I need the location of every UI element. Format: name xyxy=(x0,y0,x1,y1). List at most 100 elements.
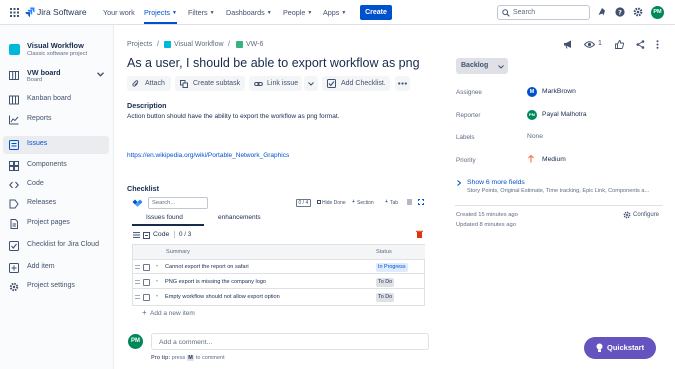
item-summary[interactable]: PNG export is missing the company logo xyxy=(165,279,266,285)
table-row[interactable]: • Empty workflow should not allow export… xyxy=(132,290,424,304)
menu-icon[interactable] xyxy=(133,232,140,238)
megaphone-icon[interactable] xyxy=(563,40,573,49)
sidebar-item-code[interactable]: Code xyxy=(0,176,110,194)
item-checkbox[interactable] xyxy=(143,263,150,271)
checklist-search-input[interactable]: Search... xyxy=(148,197,208,209)
add-tab-icon[interactable]: + xyxy=(385,199,388,205)
reporter-value[interactable]: Payal Malhotra xyxy=(542,111,587,118)
description-link[interactable]: https://en.wikipedia.org/wiki/Portable_N… xyxy=(127,152,289,159)
collapse-section-icon[interactable] xyxy=(143,231,150,239)
section-button[interactable]: Section xyxy=(357,200,374,206)
tab-issues-found[interactable]: Issues found xyxy=(146,214,183,221)
quickstart-button[interactable]: Quickstart xyxy=(584,337,656,359)
comment-input[interactable]: Add a comment... xyxy=(151,333,429,350)
add-checklist-button[interactable]: Add Checklist. xyxy=(322,76,390,91)
help-icon[interactable]: ? xyxy=(615,7,625,17)
create-button[interactable]: Create xyxy=(360,5,392,20)
board-name[interactable]: VW board xyxy=(27,68,61,77)
notifications-icon[interactable] xyxy=(597,7,607,17)
tab-button[interactable]: Tab xyxy=(390,200,398,206)
hide-done-checkbox[interactable] xyxy=(317,200,321,204)
item-summary[interactable]: Empty workflow should not allow export o… xyxy=(165,294,280,300)
app-switcher-icon[interactable] xyxy=(10,8,19,17)
drag-handle-icon[interactable] xyxy=(135,295,140,299)
pro-tip-end: to comment xyxy=(195,355,225,361)
jira-logo-icon[interactable] xyxy=(25,7,35,17)
breadcrumb-issue-key[interactable]: VW-6 xyxy=(246,41,263,48)
checklist-logo-icon xyxy=(132,199,143,207)
status-dropdown[interactable]: Backlog xyxy=(456,58,508,74)
like-icon[interactable] xyxy=(615,40,624,49)
drag-handle-icon[interactable] xyxy=(135,280,140,284)
sidebar-item-reports[interactable]: Reports xyxy=(0,111,110,129)
search-input[interactable]: Search xyxy=(497,5,590,20)
sidebar-item-releases[interactable]: Releases xyxy=(0,195,110,213)
status-badge[interactable]: To Do xyxy=(376,277,395,287)
nav-label: Apps xyxy=(323,8,340,17)
sidebar-item-project-settings[interactable]: Project settings xyxy=(0,278,110,296)
hide-done-label[interactable]: Hide Done xyxy=(322,200,346,206)
chevron-right-icon[interactable] xyxy=(457,180,461,186)
project-avatar[interactable] xyxy=(9,44,20,55)
divider xyxy=(455,205,663,206)
sidebar-item-checklist[interactable]: Checklist for Jira Cloud xyxy=(0,237,110,255)
checklist-search-placeholder: Search... xyxy=(152,200,176,206)
nav-apps[interactable]: Apps ▼ xyxy=(323,8,346,17)
add-item-plus-icon[interactable]: + xyxy=(142,308,147,317)
chevron-down-icon[interactable] xyxy=(97,72,104,77)
add-section-icon[interactable]: + xyxy=(352,199,355,205)
expand-icon[interactable] xyxy=(418,199,424,205)
sidebar-item-components[interactable]: Components xyxy=(0,157,110,175)
nav-projects[interactable]: Projects ▼ xyxy=(144,8,177,24)
more-options-icon[interactable] xyxy=(656,40,659,49)
pro-tip-key: M xyxy=(186,355,195,361)
nav-your-work[interactable]: Your work xyxy=(103,8,135,17)
more-actions-button[interactable] xyxy=(395,76,410,91)
link-issue-button[interactable]: Link issue xyxy=(249,76,302,91)
assignee-value[interactable]: MarkBrown xyxy=(542,88,576,95)
breadcrumb-projects[interactable]: Projects xyxy=(127,41,152,48)
drag-handle-icon[interactable] xyxy=(135,265,140,269)
nav-dashboards[interactable]: Dashboards ▼ xyxy=(226,8,272,17)
attach-button[interactable]: Attach xyxy=(127,76,171,91)
sidebar-item-project-pages[interactable]: Project pages xyxy=(0,215,110,233)
status-badge[interactable]: To Do xyxy=(376,292,395,302)
status-badge[interactable]: In Progress xyxy=(376,262,408,272)
table-row[interactable]: • PNG export is missing the company logo… xyxy=(132,275,424,289)
table-row[interactable]: • Cannot export the report on safari In … xyxy=(132,260,424,274)
configure-link[interactable]: Configure xyxy=(633,212,659,218)
share-icon[interactable] xyxy=(636,40,645,49)
item-summary[interactable]: Cannot export the report on safari xyxy=(165,264,249,270)
sidebar-item-issues[interactable]: Issues xyxy=(3,136,109,154)
watchers-count[interactable]: 1 xyxy=(598,40,602,47)
nav-people[interactable]: People ▼ xyxy=(283,8,312,17)
priority-value[interactable]: Medium xyxy=(542,156,566,163)
delete-section-icon[interactable] xyxy=(416,230,423,238)
tab-enhancements[interactable]: enhancements xyxy=(218,214,261,221)
show-more-fields-link[interactable]: Show 6 more fields xyxy=(467,179,525,186)
nav-filters[interactable]: Filters ▼ xyxy=(188,8,215,17)
link-issue-dropdown[interactable] xyxy=(304,76,318,91)
add-new-item-link[interactable]: Add a new item xyxy=(150,310,195,317)
item-checkbox[interactable] xyxy=(143,293,150,301)
section-name[interactable]: Code xyxy=(153,231,169,238)
sidebar-item-label: Project settings xyxy=(27,282,75,289)
sidebar-item-add-item[interactable]: Add item xyxy=(0,259,110,277)
description-text[interactable]: Action button should have the ability to… xyxy=(127,113,339,120)
user-avatar[interactable]: PM xyxy=(651,6,664,19)
logo-text[interactable]: Jira Software xyxy=(37,7,87,17)
settings-gear-icon[interactable] xyxy=(633,7,643,17)
watch-eye-icon[interactable] xyxy=(584,41,595,48)
labels-value[interactable]: None xyxy=(527,133,543,140)
project-name[interactable]: Visual Workflow xyxy=(27,41,84,50)
breadcrumb-project[interactable]: Visual Workflow xyxy=(174,41,224,48)
nav-label: Filters xyxy=(188,8,208,17)
sort-icon[interactable] xyxy=(407,199,412,205)
create-subtask-button[interactable]: Create subtask xyxy=(175,76,245,91)
configure-gear-icon[interactable] xyxy=(623,211,631,219)
item-checkbox[interactable] xyxy=(143,278,150,286)
attachment-icon xyxy=(132,79,139,88)
sidebar-item-kanban-board[interactable]: Kanban board xyxy=(0,91,110,109)
issue-title[interactable]: As a user, I should be able to export wo… xyxy=(127,56,420,70)
chevron-down-icon: ▼ xyxy=(171,10,177,16)
